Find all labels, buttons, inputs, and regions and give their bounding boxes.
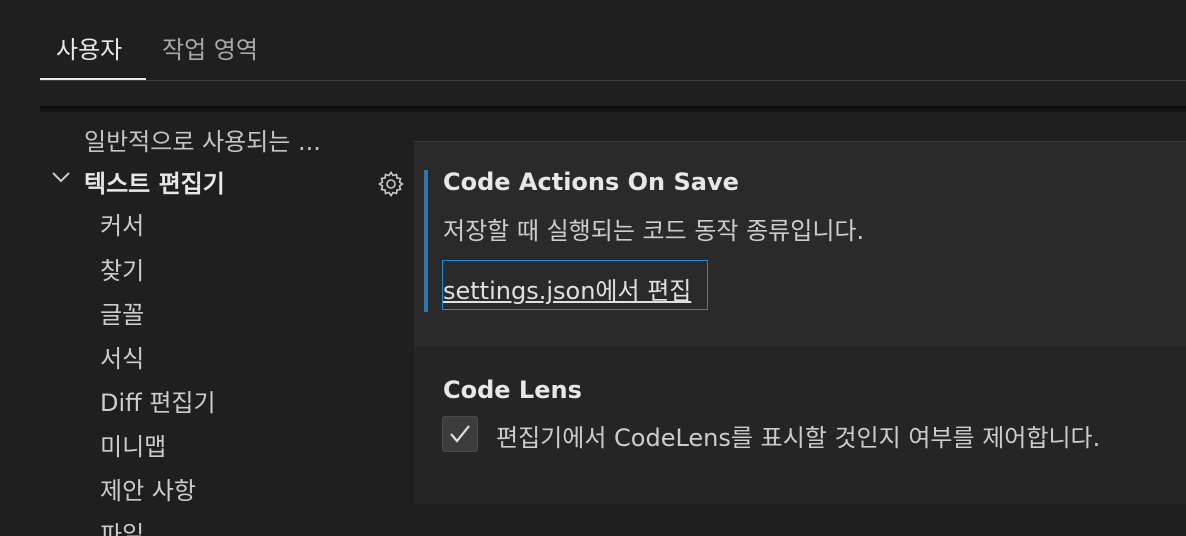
toc-item-formatting[interactable]: 서식: [100, 339, 144, 374]
chevron-down-icon[interactable]: [50, 166, 72, 188]
setting-title: Code Lens: [443, 376, 582, 404]
toc-item-font[interactable]: 글꼴: [100, 295, 144, 330]
settings-tabs: 사용자 작업 영역: [0, 0, 1186, 82]
toc-item-find[interactable]: 찾기: [100, 251, 144, 286]
code-lens-checkbox[interactable]: [442, 416, 478, 452]
gear-icon[interactable]: [377, 170, 405, 198]
toc-item-suggestions[interactable]: 제안 사항: [100, 471, 196, 506]
checkmark-icon: [450, 425, 470, 443]
setting-title: Code Actions On Save: [443, 168, 739, 196]
toc-item-minimap[interactable]: 미니맵: [100, 427, 166, 462]
tab-workspace[interactable]: 작업 영역: [162, 30, 258, 65]
toc-item-commonly-used[interactable]: 일반적으로 사용되는 ...: [84, 122, 321, 157]
toc-item-files[interactable]: 파일: [100, 515, 144, 536]
setting-description: 편집기에서 CodeLens를 표시할 것인지 여부를 제어합니다.: [496, 424, 1101, 452]
focus-indicator: [424, 170, 428, 312]
tab-user[interactable]: 사용자: [56, 30, 122, 65]
setting-description: 저장할 때 실행되는 코드 동작 종류입니다.: [443, 217, 865, 245]
toc-item-cursor[interactable]: 커서: [100, 206, 144, 241]
settings-toc: 일반적으로 사용되는 ... 텍스트 편집기 커서 찾기 글꼴 서식 Diff …: [0, 112, 410, 536]
toc-group-text-editor[interactable]: 텍스트 편집기: [84, 164, 225, 199]
edit-in-settings-json-link[interactable]: settings.json에서 편집: [443, 271, 691, 306]
tabs-divider: [40, 80, 1186, 81]
toc-item-diff-editor[interactable]: Diff 편집기: [100, 383, 216, 418]
